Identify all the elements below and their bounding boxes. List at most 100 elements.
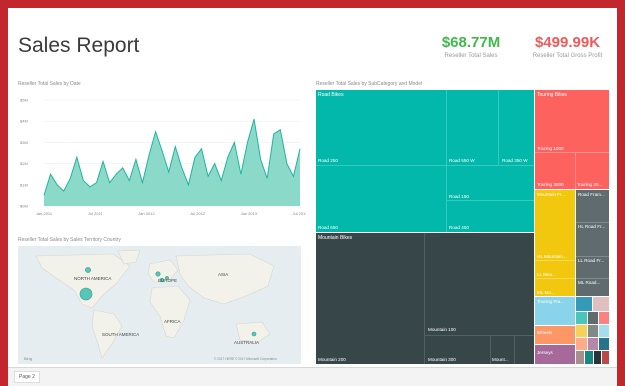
treemap-label: Touring Fra...	[537, 299, 565, 304]
treemap-tile[interactable]	[593, 297, 609, 311]
treemap-group-title: Road Bikes	[318, 92, 344, 98]
treemap-label: Road 550 W	[449, 158, 475, 163]
treemap-tile[interactable]	[588, 325, 598, 337]
report-canvas: Sales Report $68.77M Reseller Total Sale…	[8, 8, 617, 386]
uk-bubble[interactable]	[155, 271, 161, 277]
kpi-total-sales-label: Reseller Total Sales	[444, 53, 498, 59]
map-label-south-america: SOUTH AMERICA	[102, 332, 139, 337]
sales-by-country-map[interactable]: NORTH AMERICA EUROPE ASIA AFRICA SOUTH A…	[18, 246, 301, 364]
treemap-divider	[446, 90, 447, 232]
treemap-divider	[424, 335, 534, 336]
treemap-label: Road 450	[449, 225, 469, 230]
treemap-tile[interactable]	[599, 312, 609, 324]
treemap-tile[interactable]	[585, 351, 593, 364]
sales-by-model-treemap[interactable]: Road Bikes Road 250 Road 550 W Road 350 …	[316, 90, 609, 364]
treemap-tile[interactable]	[599, 338, 609, 350]
treemap-tile[interactable]	[588, 312, 598, 324]
treemap-divider	[424, 233, 425, 364]
kpi-total-sales-value: $68.77M	[441, 34, 501, 51]
australia-bubble[interactable]	[251, 331, 257, 337]
kpi-gross-profit-label: Reseller Total Gross Profit	[532, 53, 603, 59]
treemap-divider	[316, 165, 534, 166]
sales-by-date-chart[interactable]: $0M $1M $2M $3M $4M $5M Jan 2011 Jul 2011 Jan 20…	[16, 88, 306, 223]
y-tick-label: $4M	[20, 119, 28, 124]
treemap-label: LL Road Fr...	[578, 258, 605, 263]
bing-logo: Bing	[24, 356, 32, 361]
treemap-tile[interactable]	[576, 297, 592, 311]
africa-shape	[149, 285, 191, 339]
y-tick-label: $3M	[20, 140, 28, 145]
treemap-group-title: Mountain Bikes	[318, 235, 353, 241]
treemap-tile[interactable]	[588, 338, 598, 350]
treemap-divider	[535, 260, 575, 261]
page-tabs-bar: Page 2	[8, 367, 617, 386]
treemap-label: ML Road...	[578, 280, 601, 285]
treemap-divider	[576, 256, 609, 257]
treemap-road-frames[interactable]: Road Fram... HL Road Fr... LL Road Fr...…	[576, 190, 609, 296]
treemap-divider	[535, 152, 609, 153]
asia-shape	[175, 253, 275, 305]
map-label-europe: EUROPE	[158, 278, 177, 283]
treemap-divider	[576, 222, 609, 223]
kpi-total-sales[interactable]: $68.77M Reseller Total Sales	[426, 34, 516, 59]
page-title: Sales Report	[18, 34, 140, 57]
treemap-label: Road 350 W	[502, 158, 528, 163]
treemap-group-touring-bikes[interactable]: Touring Bikes Touring 1000 Touring 3000 …	[535, 90, 609, 189]
treemap-tile[interactable]	[602, 351, 609, 364]
treemap-small-categories[interactable]	[576, 297, 609, 364]
x-tick-label: Jul 2013	[292, 211, 306, 216]
treemap-label: Mountain 100	[428, 327, 456, 332]
treemap-label: Mountain 300	[428, 357, 456, 362]
treemap-label: Mount...	[492, 357, 509, 362]
map-label-north-america: NORTH AMERICA	[74, 276, 111, 281]
treemap-divider	[514, 335, 515, 364]
treemap-divider	[575, 152, 576, 189]
treemap-caption: Reseller Total Sales by SubCategory and …	[316, 81, 423, 87]
x-tick-label: Jan 2013	[241, 211, 258, 216]
treemap-tile[interactable]	[594, 351, 601, 364]
usa-bubble[interactable]	[79, 287, 93, 301]
treemap-label: Mountain 200	[318, 357, 346, 362]
treemap-label: Mountain Fr...	[537, 192, 566, 197]
x-tick-label: Jul 2011	[88, 211, 104, 216]
map-copyright: © 2017 HERE © 2017 Microsoft Corporation	[214, 357, 277, 361]
treemap-mountain-frames[interactable]: Mountain Fr... HL Mountain... LL Mou... …	[535, 190, 575, 296]
y-tick-label: $5M	[20, 98, 28, 103]
line-chart-caption: Reseller Total Sales by Date	[18, 81, 81, 87]
tab-page-2[interactable]: Page 2	[14, 371, 40, 383]
y-tick-label: $0M	[20, 204, 28, 209]
treemap-tile[interactable]	[599, 325, 609, 337]
treemap-label: Touring 1000	[537, 146, 564, 151]
kpi-gross-profit-value: $499.99K	[534, 34, 601, 51]
world-map: NORTH AMERICA EUROPE ASIA AFRICA SOUTH A…	[24, 249, 277, 361]
treemap-divider	[498, 90, 499, 165]
treemap-label: ML Mo...	[537, 290, 555, 295]
treemap-label: Road 250	[318, 158, 338, 163]
treemap-divider	[490, 335, 491, 364]
treemap-group-road-bikes[interactable]: Road Bikes Road 250 Road 550 W Road 350 …	[316, 90, 534, 232]
north-america-shape	[35, 253, 131, 309]
treemap-jerseys[interactable]: Jerseys	[535, 345, 575, 364]
canada-bubble[interactable]	[85, 267, 91, 273]
treemap-label: HL Road Fr...	[578, 224, 606, 229]
treemap-group-title: Touring Bikes	[537, 92, 568, 98]
treemap-touring-frames[interactable]: Touring Fra...	[535, 297, 575, 325]
y-tick-label: $1M	[20, 182, 28, 187]
treemap-tile[interactable]	[576, 338, 587, 350]
kpi-gross-profit[interactable]: $499.99K Reseller Total Gross Profit	[520, 34, 615, 59]
treemap-tile[interactable]	[576, 312, 587, 324]
map-caption: Reseller Total Sales by Sales Territory …	[18, 237, 121, 243]
treemap-group-mountain-bikes[interactable]: Mountain Bikes Mountain 200 Mountain 100…	[316, 233, 534, 364]
treemap-label: Touring 3000	[537, 182, 564, 187]
treemap-label: Road 150	[449, 194, 469, 199]
treemap-wheels[interactable]: Wheels	[535, 326, 575, 344]
treemap-label: Touring 20...	[577, 182, 603, 187]
treemap-label: Wheels	[537, 330, 553, 335]
y-tick-label: $2M	[20, 161, 28, 166]
treemap-label: Road 650	[318, 225, 338, 230]
treemap-divider	[535, 278, 575, 279]
treemap-tile[interactable]	[576, 325, 587, 337]
treemap-tile[interactable]	[576, 351, 584, 364]
x-tick-label: Jul 2012	[190, 211, 206, 216]
x-tick-label: Jan 2012	[138, 211, 155, 216]
